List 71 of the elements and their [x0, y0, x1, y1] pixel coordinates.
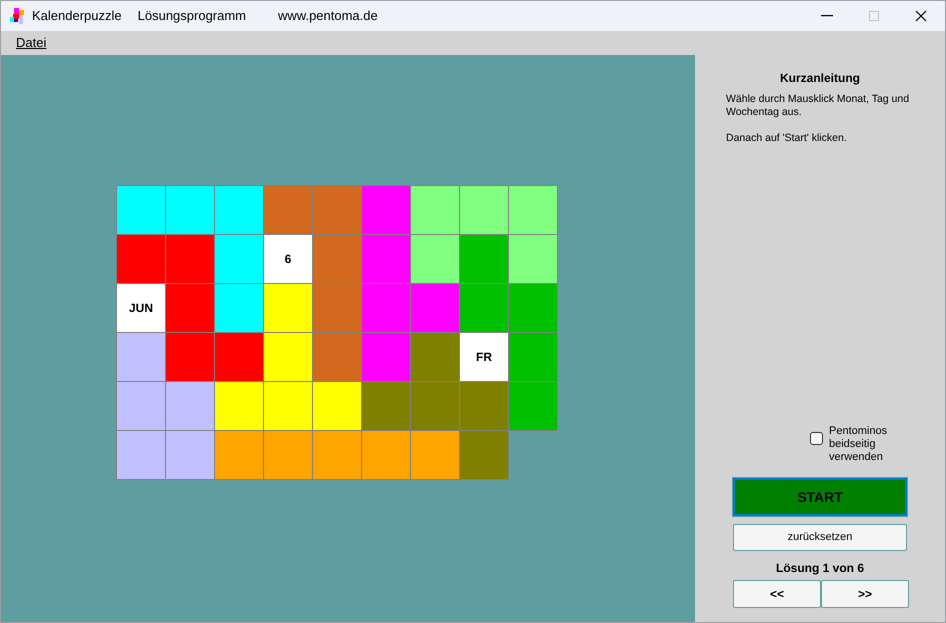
- puzzle-piece-cell[interactable]: [361, 234, 411, 284]
- puzzle-piece-cell[interactable]: [214, 234, 264, 284]
- puzzle-piece-cell[interactable]: [459, 430, 509, 480]
- puzzle-piece-cell[interactable]: [214, 430, 264, 480]
- reset-button[interactable]: zurücksetzen: [733, 524, 907, 551]
- puzzle-piece-cell[interactable]: [214, 185, 264, 235]
- puzzle-piece-cell[interactable]: [361, 430, 411, 480]
- nav-button[interactable]: >>: [821, 580, 909, 608]
- board-cell[interactable]: JUN: [116, 283, 166, 333]
- puzzle-piece-cell[interactable]: [165, 185, 215, 235]
- puzzle-piece-cell[interactable]: [312, 430, 362, 480]
- puzzle-piece-cell[interactable]: [361, 381, 411, 431]
- maximize-icon[interactable]: [869, 11, 879, 21]
- puzzle-piece-cell[interactable]: [263, 430, 313, 480]
- puzzle-piece-cell[interactable]: [214, 332, 264, 382]
- window-title: Lösungsprogramm: [138, 7, 246, 26]
- puzzle-piece-cell[interactable]: [116, 234, 166, 284]
- close-icon[interactable]: [915, 10, 927, 22]
- nav-button[interactable]: <<: [733, 580, 821, 608]
- puzzle-piece-cell[interactable]: [459, 381, 509, 431]
- puzzle-piece-cell[interactable]: [312, 381, 362, 431]
- puzzle-piece-cell[interactable]: [165, 283, 215, 333]
- puzzle-piece-cell[interactable]: [459, 283, 509, 333]
- checkbox[interactable]: [810, 432, 823, 445]
- checkbox-label: Pentominos beidseitig verwenden: [829, 425, 888, 464]
- puzzle-piece-cell[interactable]: [410, 185, 460, 235]
- puzzle-piece-cell[interactable]: [263, 381, 313, 431]
- puzzle-piece-cell[interactable]: [165, 234, 215, 284]
- instructions-text: Wähle durch Mausklick Monat, Tag und Wochentag aus.: [726, 93, 910, 119]
- puzzle-piece-cell[interactable]: [410, 234, 460, 284]
- puzzle-piece-cell[interactable]: [165, 381, 215, 431]
- puzzle-piece-cell[interactable]: [312, 185, 362, 235]
- puzzle-piece-cell[interactable]: [508, 234, 558, 284]
- puzzle-piece-cell[interactable]: [165, 332, 215, 382]
- puzzle-piece-cell[interactable]: [312, 332, 362, 382]
- window-title: Kalenderpuzzle: [32, 7, 122, 26]
- puzzle-piece-cell[interactable]: [508, 283, 558, 333]
- puzzle-piece-cell[interactable]: [116, 185, 166, 235]
- app-icon: [10, 8, 26, 24]
- board-cell[interactable]: FR: [459, 332, 509, 382]
- puzzle-piece-cell[interactable]: [263, 185, 313, 235]
- solution-status: Lösung 1 von 6: [774, 560, 865, 577]
- puzzle-piece-cell[interactable]: [116, 332, 166, 382]
- puzzle-piece-cell[interactable]: [263, 283, 313, 333]
- start-button[interactable]: START: [733, 478, 907, 516]
- board-cell[interactable]: 6: [263, 234, 313, 284]
- puzzle-piece-cell[interactable]: [410, 381, 460, 431]
- puzzle-piece-cell[interactable]: [508, 381, 558, 431]
- puzzle-piece-cell[interactable]: [459, 185, 509, 235]
- puzzle-piece-cell[interactable]: [312, 234, 362, 284]
- puzzle-piece-cell[interactable]: [508, 332, 558, 382]
- puzzle-piece-cell[interactable]: [459, 234, 509, 284]
- puzzle-piece-cell[interactable]: [361, 332, 411, 382]
- instructions-title: Kurzanleitung: [779, 70, 861, 87]
- puzzle-piece-cell[interactable]: [410, 283, 460, 333]
- puzzle-piece-cell[interactable]: [116, 430, 166, 480]
- puzzle-piece-cell[interactable]: [263, 332, 313, 382]
- puzzle-piece-cell[interactable]: [165, 430, 215, 480]
- minimize-icon[interactable]: [821, 15, 833, 17]
- puzzle-piece-cell[interactable]: [410, 430, 460, 480]
- instructions-text: Danach auf 'Start' klicken.: [726, 132, 848, 145]
- puzzle-piece-cell[interactable]: [214, 381, 264, 431]
- puzzle-piece-cell[interactable]: [116, 381, 166, 431]
- window-title: www.pentoma.de: [278, 7, 378, 26]
- puzzle-piece-cell[interactable]: [361, 185, 411, 235]
- puzzle-piece-cell[interactable]: [361, 283, 411, 333]
- puzzle-piece-cell[interactable]: [508, 185, 558, 235]
- menu-item[interactable]: Datei: [16, 33, 46, 53]
- puzzle-piece-cell[interactable]: [214, 283, 264, 333]
- puzzle-piece-cell[interactable]: [312, 283, 362, 333]
- puzzle-piece-cell[interactable]: [410, 332, 460, 382]
